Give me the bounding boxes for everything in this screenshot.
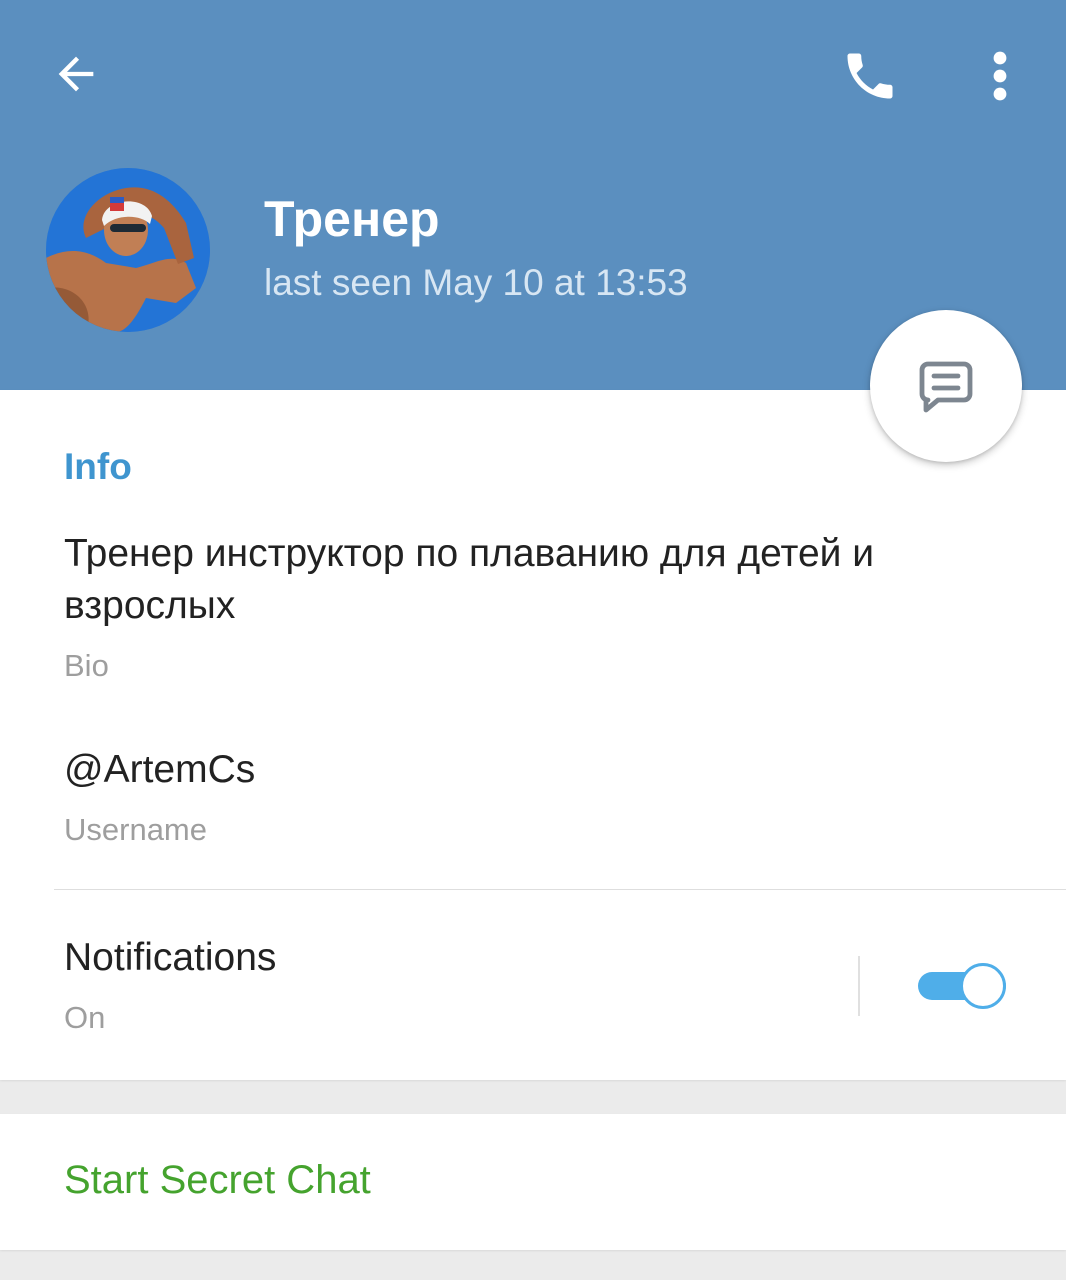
send-message-button[interactable] xyxy=(870,310,1022,462)
bio-value[interactable]: Тренер инструктор по плаванию для детей … xyxy=(64,528,1024,632)
last-seen-status: last seen May 10 at 13:53 xyxy=(264,262,688,303)
secret-chat-section[interactable]: Start Secret Chat xyxy=(0,1114,1066,1250)
contact-name: Тренер xyxy=(264,191,440,247)
info-section-title: Info xyxy=(64,446,132,487)
more-vertical-icon xyxy=(993,51,1007,101)
notifications-state: On xyxy=(64,1000,106,1035)
profile-screen: Тренер last seen May 10 at 13:53 Info Тр… xyxy=(0,0,1066,1280)
more-options-button[interactable] xyxy=(960,28,1040,124)
toggle-thumb xyxy=(960,963,1006,1009)
avatar-photo xyxy=(46,168,210,332)
notifications-title: Notifications xyxy=(64,936,277,979)
username-value[interactable]: @ArtemCs xyxy=(64,744,255,796)
username-label: Username xyxy=(64,812,207,847)
notifications-row[interactable]: Notifications On xyxy=(0,890,1066,1080)
phone-icon xyxy=(847,53,893,99)
message-icon xyxy=(919,361,973,413)
avatar[interactable] xyxy=(46,168,210,332)
call-button[interactable] xyxy=(822,28,918,124)
notifications-toggle[interactable] xyxy=(914,962,1010,1010)
start-secret-chat-button[interactable]: Start Secret Chat xyxy=(64,1158,371,1203)
back-button[interactable] xyxy=(30,28,122,120)
arrow-left-icon xyxy=(58,56,94,92)
vertical-separator xyxy=(858,956,860,1016)
info-section: Info Тренер инструктор по плаванию для д… xyxy=(0,390,1066,1080)
bio-label: Bio xyxy=(64,648,109,683)
